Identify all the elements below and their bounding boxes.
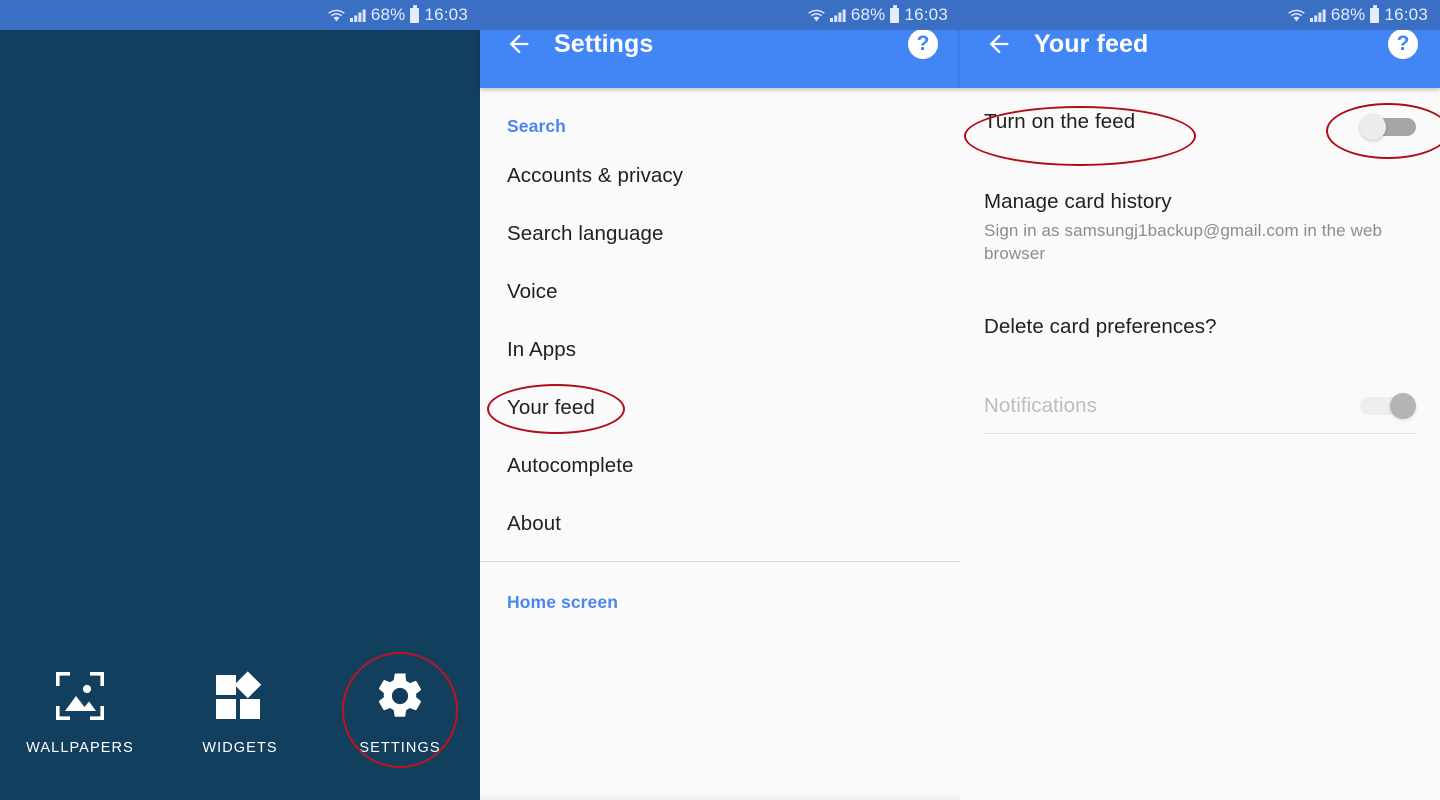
status-bar-segment-middle: 68% 16:03 [480, 0, 960, 30]
screenshot-root: 68% 16:03 68% 16:03 68% 16:03 WALLPAPERS… [0, 0, 1440, 800]
panel-bottom-shadow [480, 792, 960, 800]
battery-percent-label: 68% [1330, 5, 1366, 24]
feed-row-delete-card-preferences[interactable]: Delete card preferences? [984, 271, 1416, 349]
feed-section-divider [984, 433, 1416, 435]
launcher-item-wallpapers[interactable]: WALLPAPERS [5, 668, 155, 758]
clock-label: 16:03 [424, 5, 468, 24]
wifi-icon [808, 9, 825, 22]
settings-item-label: Voice [507, 280, 558, 303]
help-icon[interactable]: ? [1388, 29, 1418, 59]
battery-percent-label: 68% [850, 5, 886, 24]
launcher-item-label: SETTINGS [359, 740, 441, 756]
settings-item-label: About [507, 512, 562, 535]
feed-row-texts: Notifications [984, 394, 1360, 418]
section-header-search: Search [507, 116, 566, 136]
battery-percent-label: 68% [370, 5, 406, 24]
back-arrow-icon[interactable] [982, 27, 1016, 61]
settings-item-about[interactable]: About [480, 495, 960, 553]
your-feed-panel: Your feed ? Turn on the feed Manage card… [960, 0, 1440, 800]
settings-item-label: Autocomplete [507, 454, 634, 477]
settings-item-autocomplete[interactable]: Autocomplete [480, 437, 960, 495]
home-screen-launcher-panel: WALLPAPERS WIDGETS SETTINGS [0, 0, 480, 800]
settings-item-voice[interactable]: Voice [480, 263, 960, 321]
feed-row-notifications: Notifications [984, 349, 1416, 420]
clock-label: 16:03 [1384, 5, 1428, 24]
help-icon[interactable]: ? [908, 29, 938, 59]
settings-item-search-language[interactable]: Search language [480, 205, 960, 263]
page-title: Settings [554, 29, 654, 58]
settings-item-accounts-privacy[interactable]: Accounts & privacy [480, 147, 960, 205]
settings-item-in-apps[interactable]: In Apps [480, 321, 960, 379]
feed-row-manage-card-history[interactable]: Manage card history Sign in as samsungj1… [984, 158, 1416, 271]
feed-row-subtitle: Sign in as samsungj1backup@gmail.com in … [984, 221, 1383, 263]
battery-icon [410, 4, 420, 23]
signal-icon [1309, 9, 1326, 22]
page-title: Your feed [1034, 29, 1149, 58]
section-header-home-screen: Home screen [507, 592, 619, 612]
settings-item-your-feed[interactable]: Your feed [480, 379, 960, 437]
feed-row-texts: Turn on the feed [964, 106, 1360, 166]
settings-item-label: Your feed [507, 396, 595, 419]
status-bar-segment-right: 68% 16:03 [960, 0, 1440, 30]
feed-row-title: Turn on the feed [984, 110, 1136, 133]
feed-row-title: Notifications [984, 394, 1097, 418]
wifi-icon [1288, 9, 1305, 22]
settings-item-label: Search language [507, 222, 664, 245]
battery-icon [1370, 4, 1380, 23]
settings-item-label: Accounts & privacy [507, 164, 684, 187]
turn-on-the-feed-toggle[interactable] [1326, 103, 1440, 159]
notifications-toggle [1360, 393, 1416, 420]
feed-row-turn-on-the-feed[interactable]: Turn on the feed [964, 88, 1440, 166]
status-bar-segment-left: 68% 16:03 [0, 0, 480, 30]
feed-row-texts: Delete card preferences? [984, 315, 1416, 339]
back-arrow-icon[interactable] [502, 27, 536, 61]
launcher-action-bar: WALLPAPERS WIDGETS SETTINGS [0, 652, 480, 768]
signal-icon [829, 9, 846, 22]
feed-row-texts: Manage card history Sign in as samsungj1… [984, 190, 1416, 265]
settings-list: Search Accounts & privacy Search languag… [480, 88, 960, 623]
toggle-knob [1390, 393, 1416, 420]
feed-settings-list: Turn on the feed Manage card history Sig… [960, 88, 1440, 435]
signal-icon [349, 9, 366, 22]
settings-panel: Settings ? Search Accounts & privacy Sea… [480, 0, 960, 800]
gear-icon [372, 668, 428, 724]
wallpapers-icon [52, 668, 108, 724]
launcher-item-widgets[interactable]: WIDGETS [165, 668, 315, 758]
status-bar: 68% 16:03 68% 16:03 68% 16:03 [0, 0, 1440, 30]
feed-row-title: Delete card preferences? [984, 315, 1217, 339]
wifi-icon [328, 9, 345, 22]
settings-item-label: In Apps [507, 338, 577, 361]
battery-icon [890, 4, 900, 23]
feed-row-title: Manage card history [984, 190, 1172, 213]
widgets-icon [212, 668, 268, 724]
launcher-item-label: WALLPAPERS [26, 740, 134, 756]
launcher-item-settings[interactable]: SETTINGS [325, 652, 475, 768]
clock-label: 16:03 [904, 5, 948, 24]
launcher-item-label: WIDGETS [202, 740, 278, 756]
toggle-knob [1360, 114, 1386, 140]
